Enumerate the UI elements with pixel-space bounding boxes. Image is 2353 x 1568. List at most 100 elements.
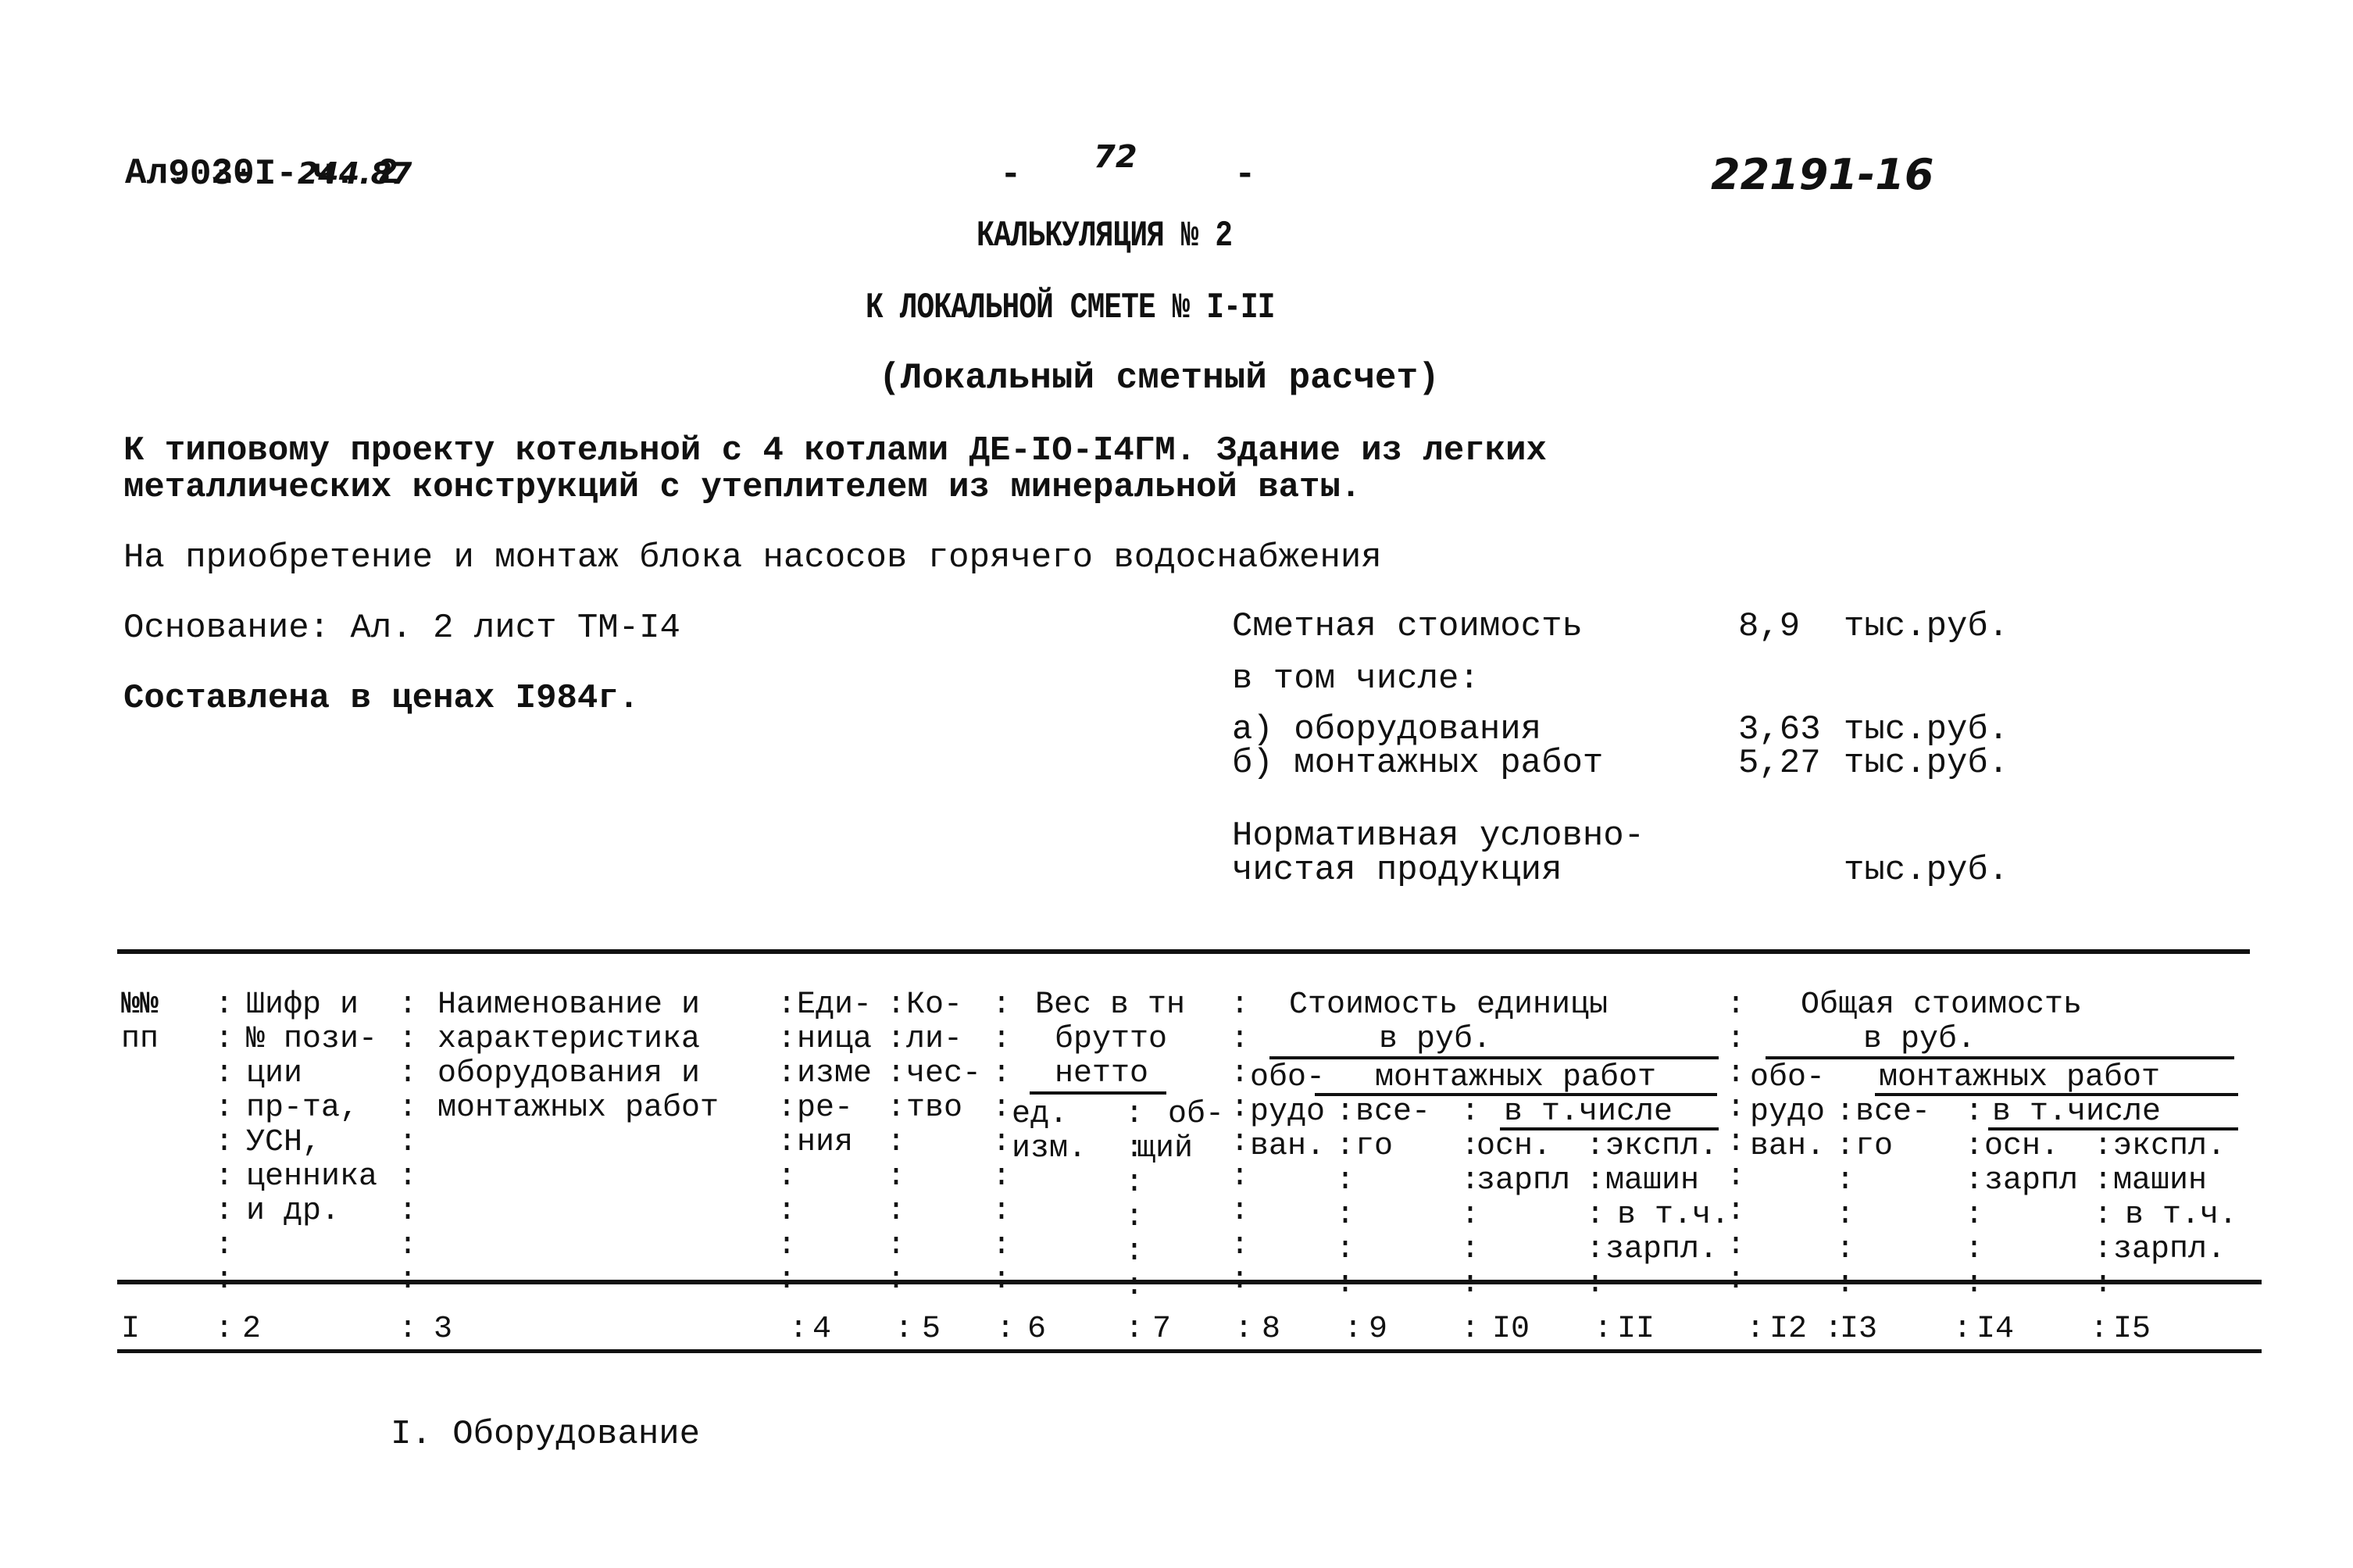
column-separator-colon: : (1230, 1194, 1250, 1229)
unit-installation-header: монтажных работ (1375, 1060, 1657, 1095)
column-separator-colon: : (887, 988, 906, 1023)
weight-group-underline (1030, 1091, 1166, 1095)
column-separator-colon: : (1836, 1198, 1855, 1233)
column-separator-colon: : (1965, 1267, 1983, 1302)
estimated-cost-value: 8,9 (1738, 607, 1801, 646)
column-separator-colon: : (992, 1022, 1012, 1057)
estimate-title: К ЛОКАЛЬНОЙ СМЕТЕ № I-II (866, 288, 1275, 328)
column-separator-colon: : (1230, 988, 1250, 1023)
column-separator-colon: : (398, 1228, 418, 1263)
column-separator-colon: : (1461, 1163, 1480, 1198)
column-number: 7 (1152, 1312, 1172, 1347)
column-number: I3 (1840, 1312, 1878, 1347)
column-separator-colon: : (1836, 1267, 1855, 1302)
column-separator-colon: : (215, 1228, 234, 1263)
purpose-text: На приобретение и монтаж блока насосов г… (123, 538, 1382, 577)
column-separator-colon: : (887, 1022, 906, 1057)
estimate-subtitle: (Локальный сметный расчет) (879, 358, 1440, 398)
column-separator-colon: : (2094, 1163, 2113, 1198)
unit-base-salary-header-2: зарпл (1476, 1163, 1571, 1198)
total-base-salary-header-1: осн. (1984, 1129, 2060, 1164)
including-label: в том числе: (1232, 659, 1480, 698)
unit-base-salary-header-1: осн. (1476, 1129, 1552, 1164)
total-machine-header-2: машин (2113, 1163, 2208, 1198)
column-separator-colon: : (398, 1125, 418, 1160)
total-installation-header: монтажных работ (1879, 1060, 2161, 1095)
column-number-separator: : (894, 1312, 914, 1347)
column-separator-colon: : (215, 1159, 234, 1195)
unit-machine-header-1: экспл. (1605, 1129, 1719, 1164)
column-number-separator: : (1746, 1312, 1766, 1347)
column-number: II (1617, 1312, 1655, 1347)
normative-label-line1: Нормативная условно- (1232, 816, 1645, 855)
total-cost-group-header-2: в руб. (1863, 1022, 1976, 1057)
column-separator-colon: : (1586, 1129, 1605, 1164)
equipment-cost-unit: тыс.руб. (1844, 710, 2009, 749)
column-number: 6 (1027, 1312, 1047, 1347)
column-separator-colon: : (2094, 1267, 2112, 1302)
column-separator-colon: : (1586, 1198, 1605, 1233)
column-separator-colon: : (1125, 1097, 1144, 1132)
column-number: I5 (2113, 1312, 2151, 1347)
column-number-separator: : (1125, 1312, 1144, 1347)
column-number: 9 (1369, 1312, 1388, 1347)
project-description-line1: К типовому проекту котельной с 4 котлами… (123, 431, 1547, 470)
column-separator-colon: : (1836, 1163, 1855, 1198)
column-separator-colon: : (1965, 1129, 1984, 1164)
total-equipment-header-2: рудо (1750, 1095, 1826, 1130)
col-code-header-6: ценника (246, 1159, 378, 1195)
col-code-header-1: Шифр и (246, 988, 359, 1023)
page-dash-right: - (1234, 155, 1256, 195)
col-unit-header-1: Еди- (797, 988, 873, 1023)
column-separator-colon: : (887, 1125, 906, 1160)
column-separator-colon: : (1461, 1129, 1480, 1164)
column-separator-colon: : (1230, 1228, 1250, 1263)
col-unit-header-3: изме (797, 1056, 873, 1091)
column-separator-colon: : (215, 1091, 234, 1126)
column-number: 3 (434, 1312, 453, 1347)
unit-cost-group-header-1: Стоимость единицы (1289, 988, 1609, 1023)
unit-equipment-header-2: рудо (1250, 1095, 1326, 1130)
column-separator-colon: : (1461, 1095, 1480, 1130)
prices-text: Составлена в ценах I984г. (123, 679, 640, 718)
total-machine-header-3: в т.ч. (2125, 1198, 2238, 1233)
column-separator-colon: : (992, 1125, 1012, 1160)
column-separator-colon: : (777, 1022, 797, 1057)
column-separator-colon: : (1586, 1232, 1605, 1267)
col-unit-header-2: ница (797, 1022, 873, 1057)
column-separator-colon: : (1336, 1129, 1355, 1164)
column-number: 2 (242, 1312, 262, 1347)
column-separator-colon: : (1836, 1095, 1855, 1130)
column-separator-colon: : (1230, 1159, 1250, 1195)
column-separator-colon: : (1965, 1095, 1984, 1130)
col-number-header-2: пп (121, 1022, 159, 1057)
column-separator-colon: : (215, 988, 234, 1023)
total-machine-header-4: зарпл. (2113, 1232, 2226, 1267)
column-separator-colon: : (887, 1194, 906, 1229)
column-number-separator: : (1234, 1312, 1254, 1347)
col-qty-header-1: Ко- (906, 988, 963, 1023)
column-separator-colon: : (992, 1091, 1012, 1126)
column-separator-colon: : (1586, 1267, 1605, 1302)
basis-text: Основание: Ал. 2 лист ТМ-I4 (123, 609, 680, 648)
column-separator-colon: : (1461, 1232, 1480, 1267)
col-code-header-5: УСН, (246, 1125, 322, 1160)
column-number-separator: : (1953, 1312, 1973, 1347)
column-separator-colon: : (215, 1056, 234, 1091)
column-separator-colon: : (398, 1056, 418, 1091)
column-separator-colon: : (1230, 1091, 1250, 1126)
column-separator-colon: : (1836, 1232, 1855, 1267)
table-top-rule (117, 949, 2250, 954)
column-separator-colon: : (887, 1228, 906, 1263)
column-number: I2 (1769, 1312, 1808, 1347)
column-separator-colon: : (398, 1022, 418, 1057)
page-dash-left: - (1000, 155, 1022, 195)
total-total-header-1: все- (1855, 1095, 1931, 1130)
unit-cost-group-underline (1269, 1056, 1719, 1059)
column-separator-colon: : (1726, 1194, 1746, 1229)
total-including-header: в т.числе (1992, 1095, 2162, 1130)
col-weight-total-header-2: щий (1137, 1131, 1194, 1166)
column-separator-colon: : (215, 1125, 234, 1160)
column-number: I (121, 1312, 141, 1347)
col-number-header-1: №№ (121, 988, 159, 1023)
